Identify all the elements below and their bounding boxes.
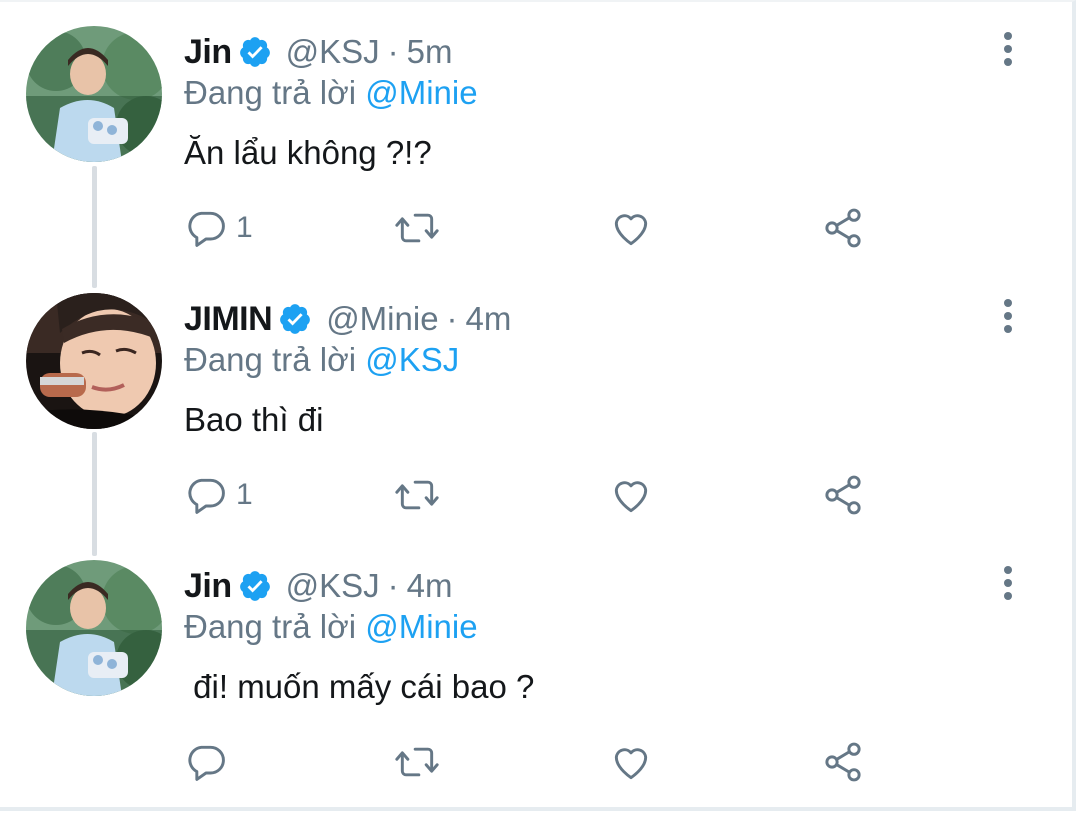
replying-prefix: Đang trả lời bbox=[184, 341, 357, 378]
more-vertical-icon[interactable] bbox=[996, 32, 1020, 72]
retweet-icon bbox=[395, 213, 439, 243]
tweet-text: Ăn lẩu không ?!? bbox=[184, 134, 432, 171]
tweet-text: Bao thì đi bbox=[184, 401, 324, 438]
user-handle[interactable]: @KSJ bbox=[286, 33, 380, 71]
jin-avatar-image bbox=[26, 560, 162, 696]
separator-dot: · bbox=[387, 567, 399, 604]
tweet-text: đi! muốn mấy cái bao ? bbox=[184, 668, 535, 705]
replying-to: Đang trả lời @KSJ bbox=[184, 341, 459, 379]
tweet-header: Jin @KSJ · 5m bbox=[184, 28, 453, 76]
more-vertical-icon[interactable] bbox=[996, 566, 1020, 606]
heart-icon bbox=[614, 214, 648, 246]
tweet-actions bbox=[184, 738, 884, 786]
like-button[interactable] bbox=[608, 471, 654, 519]
verified-badge-icon bbox=[280, 304, 311, 334]
reply-button[interactable]: 1 bbox=[184, 204, 253, 252]
jimin-avatar-image bbox=[26, 293, 162, 429]
replying-prefix: Đang trả lời bbox=[184, 608, 357, 645]
display-name[interactable]: Jin bbox=[184, 567, 232, 606]
share-button[interactable] bbox=[820, 738, 866, 786]
like-button[interactable] bbox=[608, 738, 654, 786]
reply-icon bbox=[188, 478, 225, 514]
share-icon bbox=[825, 208, 861, 248]
verified-badge-icon bbox=[239, 37, 270, 67]
heart-icon bbox=[614, 748, 648, 780]
replying-to: Đang trả lời @Minie bbox=[184, 74, 478, 112]
share-icon bbox=[825, 742, 861, 782]
reply-icon bbox=[188, 211, 225, 247]
avatar[interactable] bbox=[26, 293, 162, 429]
replying-mention[interactable]: @Minie bbox=[365, 608, 477, 645]
user-handle[interactable]: @KSJ bbox=[286, 567, 380, 605]
tweet-actions: 1 bbox=[184, 471, 884, 519]
separator-dot: · bbox=[387, 33, 399, 70]
reply-button[interactable] bbox=[184, 738, 236, 786]
replying-mention[interactable]: @KSJ bbox=[365, 341, 459, 378]
separator-dot: · bbox=[446, 300, 458, 337]
timestamp[interactable]: 4m bbox=[407, 567, 453, 605]
verified-badge-icon bbox=[239, 571, 270, 601]
reply-count: 1 bbox=[236, 478, 253, 511]
tweet-actions: 1 bbox=[184, 204, 884, 252]
heart-icon bbox=[614, 481, 648, 513]
tweet[interactable]: Jin @KSJ · 4m Đang trả lời @Minie đi! mu… bbox=[0, 534, 1072, 802]
more-vertical-icon[interactable] bbox=[996, 299, 1020, 339]
tweet[interactable]: JIMIN @Minie · 4m Đang trả lời @KSJ Bao … bbox=[0, 267, 1072, 535]
retweet-icon bbox=[395, 480, 439, 510]
share-button[interactable] bbox=[820, 471, 866, 519]
retweet-button[interactable] bbox=[392, 204, 442, 252]
timestamp[interactable]: 4m bbox=[466, 300, 512, 338]
display-name[interactable]: Jin bbox=[184, 33, 232, 72]
tweet-header: Jin @KSJ · 4m bbox=[184, 562, 453, 610]
user-handle[interactable]: @Minie bbox=[326, 300, 438, 338]
replying-prefix: Đang trả lời bbox=[184, 74, 357, 111]
replying-to: Đang trả lời @Minie bbox=[184, 608, 478, 646]
share-button[interactable] bbox=[820, 204, 866, 252]
avatar[interactable] bbox=[26, 560, 162, 696]
tweet-header: JIMIN @Minie · 4m bbox=[184, 295, 511, 343]
timestamp[interactable]: 5m bbox=[407, 33, 453, 71]
reply-icon bbox=[188, 745, 225, 781]
retweet-icon bbox=[395, 747, 439, 777]
reply-button[interactable]: 1 bbox=[184, 471, 253, 519]
like-button[interactable] bbox=[608, 204, 654, 252]
retweet-button[interactable] bbox=[392, 738, 442, 786]
tweet[interactable]: Jin @KSJ · 5m Đang trả lời @Minie Ăn lẩu… bbox=[0, 0, 1072, 268]
replying-mention[interactable]: @Minie bbox=[365, 74, 477, 111]
jin-avatar-image bbox=[26, 26, 162, 162]
share-icon bbox=[825, 475, 861, 515]
retweet-button[interactable] bbox=[392, 471, 442, 519]
reply-count: 1 bbox=[236, 211, 253, 244]
display-name[interactable]: JIMIN bbox=[184, 300, 273, 339]
avatar[interactable] bbox=[26, 26, 162, 162]
